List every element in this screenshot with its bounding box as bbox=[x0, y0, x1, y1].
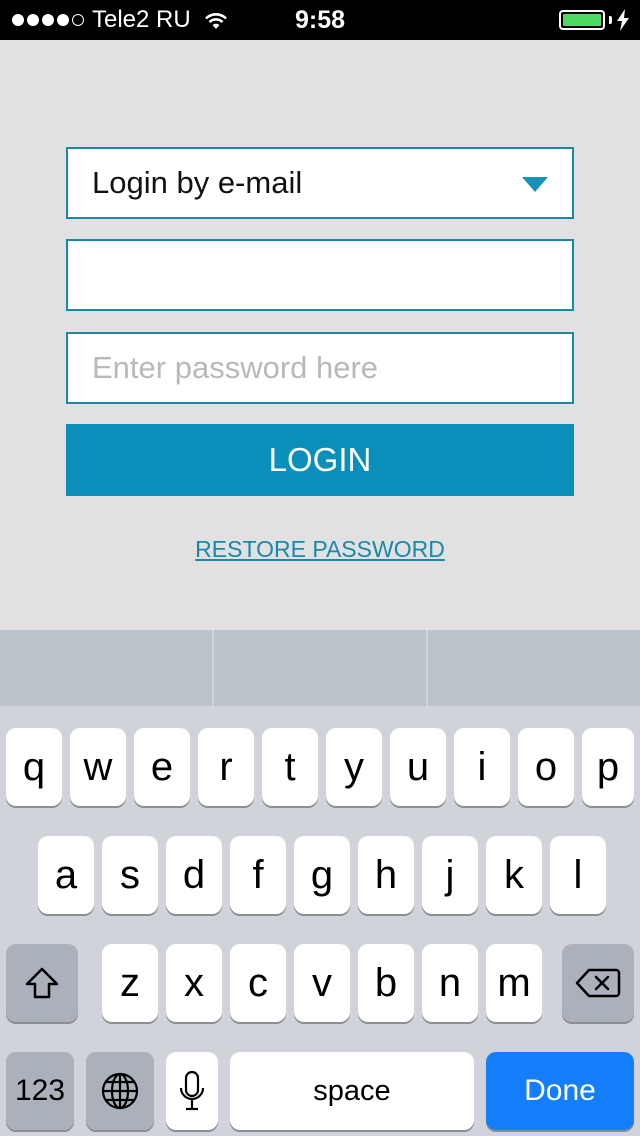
delete-key[interactable] bbox=[562, 944, 634, 1022]
key-w[interactable]: w bbox=[70, 728, 126, 806]
microphone-icon bbox=[179, 1070, 205, 1111]
key-v[interactable]: v bbox=[294, 944, 350, 1022]
delete-icon bbox=[575, 968, 621, 998]
keyboard-suggestion-bar bbox=[0, 630, 640, 706]
login-method-label: Login by e-mail bbox=[92, 165, 303, 200]
numbers-key[interactable]: 123 bbox=[6, 1052, 74, 1130]
key-g[interactable]: g bbox=[294, 836, 350, 914]
key-j[interactable]: j bbox=[422, 836, 478, 914]
status-time: 9:58 bbox=[294, 5, 346, 34]
suggestion-slot[interactable] bbox=[0, 630, 212, 706]
key-z[interactable]: z bbox=[102, 944, 158, 1022]
status-bar: Tele2 RU 9:58 bbox=[0, 0, 640, 40]
key-m[interactable]: m bbox=[486, 944, 542, 1022]
suggestion-slot[interactable] bbox=[426, 630, 640, 706]
charging-icon bbox=[617, 9, 629, 31]
key-f[interactable]: f bbox=[230, 836, 286, 914]
key-u[interactable]: u bbox=[390, 728, 446, 806]
space-key[interactable]: space bbox=[230, 1052, 474, 1130]
status-right bbox=[559, 0, 630, 40]
key-a[interactable]: a bbox=[38, 836, 94, 914]
key-b[interactable]: b bbox=[358, 944, 414, 1022]
suggestion-slot[interactable] bbox=[212, 630, 426, 706]
password-input[interactable] bbox=[68, 334, 572, 402]
dropdown-arrow-icon bbox=[522, 177, 548, 192]
login-button[interactable]: LOGIN bbox=[66, 424, 574, 496]
email-input[interactable] bbox=[68, 241, 572, 309]
password-field-container bbox=[66, 332, 574, 404]
key-d[interactable]: d bbox=[166, 836, 222, 914]
key-s[interactable]: s bbox=[102, 836, 158, 914]
key-p[interactable]: p bbox=[582, 728, 634, 806]
key-q[interactable]: q bbox=[6, 728, 62, 806]
key-o[interactable]: o bbox=[518, 728, 574, 806]
shift-key[interactable] bbox=[6, 944, 78, 1022]
email-field-container bbox=[66, 239, 574, 311]
key-t[interactable]: t bbox=[262, 728, 318, 806]
keyboard: q w e r t y u i o p a s d f g h j k l z … bbox=[0, 706, 640, 1136]
key-e[interactable]: e bbox=[134, 728, 190, 806]
restore-password-link[interactable]: RESTORE PASSWORD bbox=[0, 536, 640, 563]
shift-icon bbox=[25, 967, 59, 999]
key-i[interactable]: i bbox=[454, 728, 510, 806]
key-l[interactable]: l bbox=[550, 836, 606, 914]
globe-icon bbox=[101, 1072, 139, 1110]
key-x[interactable]: x bbox=[166, 944, 222, 1022]
done-key[interactable]: Done bbox=[486, 1052, 634, 1130]
key-r[interactable]: r bbox=[198, 728, 254, 806]
microphone-key[interactable] bbox=[166, 1052, 218, 1130]
key-n[interactable]: n bbox=[422, 944, 478, 1022]
key-k[interactable]: k bbox=[486, 836, 542, 914]
key-y[interactable]: y bbox=[326, 728, 382, 806]
key-c[interactable]: c bbox=[230, 944, 286, 1022]
battery-icon bbox=[559, 10, 605, 30]
login-method-select[interactable]: Login by e-mail bbox=[66, 147, 574, 219]
globe-key[interactable] bbox=[86, 1052, 154, 1130]
key-h[interactable]: h bbox=[358, 836, 414, 914]
